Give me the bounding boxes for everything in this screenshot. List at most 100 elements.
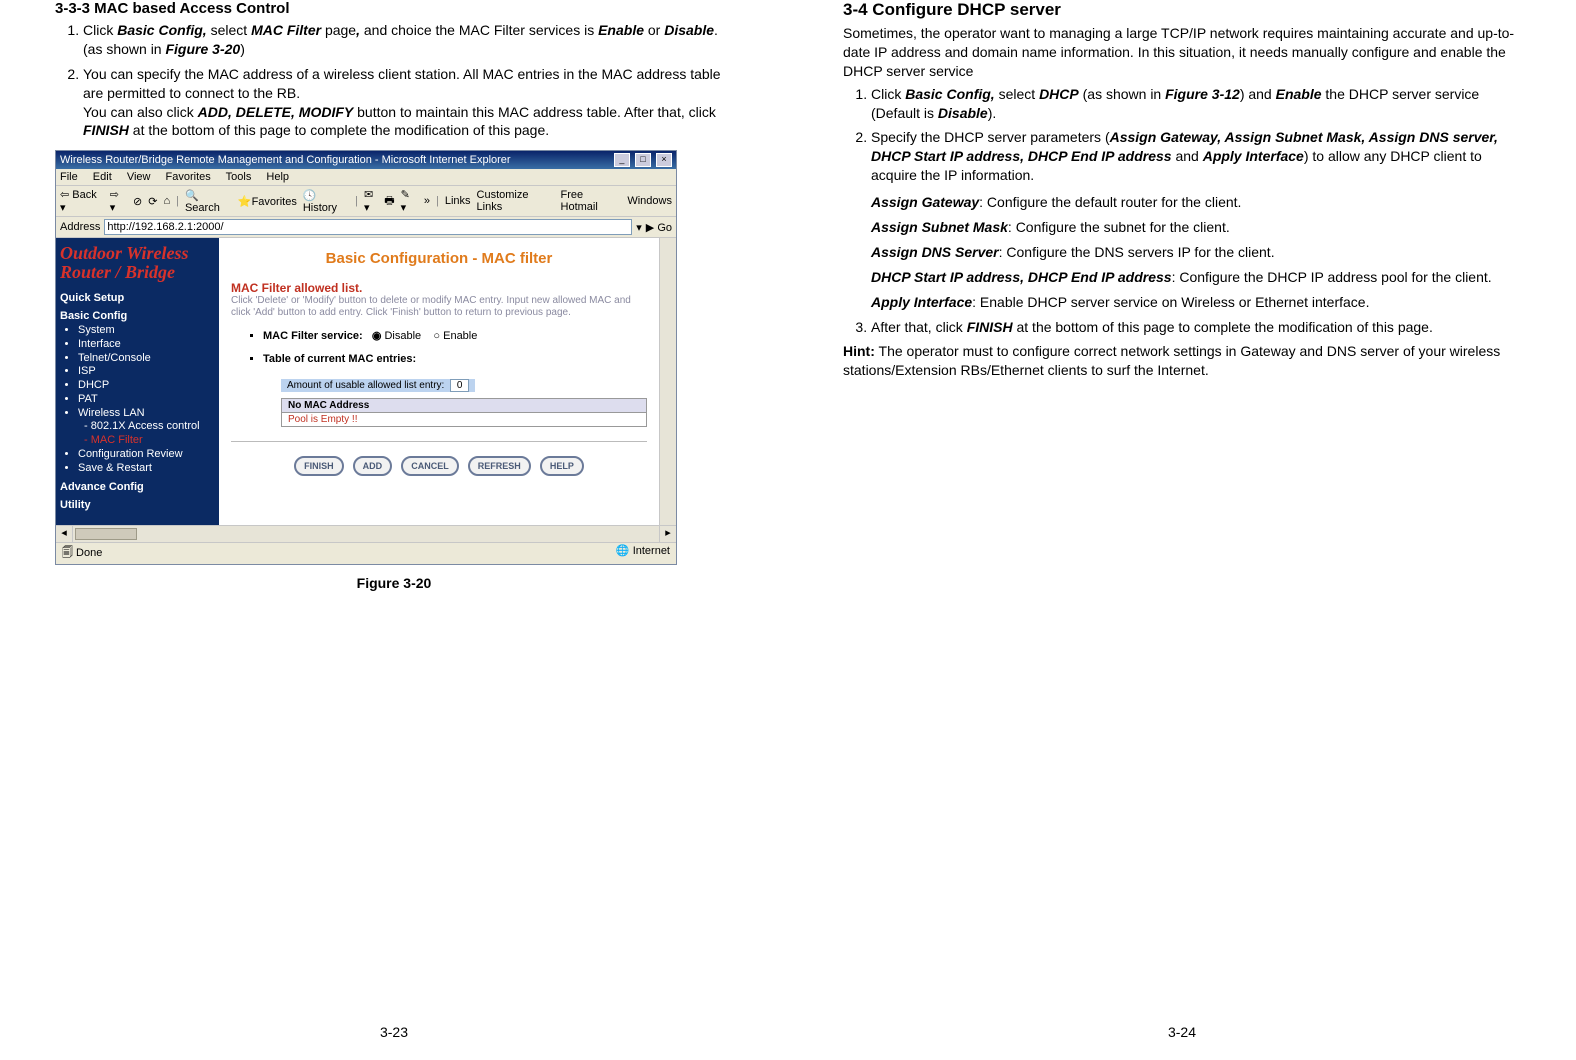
section-3-4-intro: Sometimes, the operator want to managing… (843, 24, 1521, 81)
entry-count-value: 0 (450, 379, 470, 392)
go-button[interactable]: ▶ Go (646, 221, 672, 234)
ie-content-wrap: Outdoor Wireless Router / Bridge Quick S… (56, 238, 676, 525)
radio-disable[interactable]: ◉ (372, 330, 385, 342)
nav-system[interactable]: System (78, 324, 215, 338)
ie-menu-bar: File Edit View Favorites Tools Help (56, 169, 676, 186)
link-hotmail[interactable]: Free Hotmail (561, 189, 622, 213)
text: page (321, 22, 356, 38)
scroll-right-icon[interactable]: ▸ (659, 526, 676, 542)
minimize-icon[interactable]: _ (614, 153, 630, 167)
page-number-left: 3-23 (0, 1024, 788, 1040)
menu-file[interactable]: File (60, 171, 78, 183)
close-icon[interactable]: × (656, 153, 672, 167)
nav-8021x[interactable]: - 802.1X Access control (84, 420, 215, 434)
address-dropdown-icon[interactable]: ▾ (636, 221, 642, 234)
link-customize[interactable]: Customize Links (477, 189, 555, 213)
text: ) and (1240, 86, 1276, 102)
mail-icon[interactable]: ✉▾ (364, 188, 378, 214)
print-icon[interactable]: 🖶 (384, 192, 394, 211)
allowed-list-desc: Click 'Delete' or 'Modify' button to del… (231, 295, 647, 319)
mac-table: No MAC Address Pool is Empty !! (281, 398, 647, 427)
bold: Basic Config, (905, 86, 994, 102)
separator: | (176, 195, 179, 207)
search-button[interactable]: 🔍Search (185, 189, 232, 214)
nav-quick-setup[interactable]: Quick Setup (60, 292, 215, 304)
ie-status-bar: 🗐 Done 🌐 Internet (56, 542, 676, 564)
overflow-icon[interactable]: » (424, 195, 430, 207)
nav-pat[interactable]: PAT (78, 393, 215, 407)
term: DHCP Start IP address, DHCP End IP addre… (871, 269, 1172, 285)
nav-basic-config[interactable]: Basic Config (60, 310, 215, 322)
term: Assign Subnet Mask (871, 219, 1008, 235)
nav-macfilter[interactable]: - MAC Filter (84, 434, 215, 448)
forward-button[interactable]: ⇨ ▾ (110, 188, 127, 214)
entry-count-row: Amount of usable allowed list entry: 0 (281, 379, 475, 392)
back-button[interactable]: ⇦ Back ▾ (60, 188, 104, 214)
link-windows[interactable]: Windows (627, 195, 672, 207)
favorites-button[interactable]: ⭐Favorites (238, 195, 297, 208)
def-assign-subnet: Assign Subnet Mask: Configure the subnet… (871, 218, 1521, 237)
allowed-list-header: MAC Filter allowed list. (231, 281, 647, 295)
nav-save-restart[interactable]: Save & Restart (78, 462, 215, 476)
scroll-left-icon[interactable]: ◂ (56, 526, 73, 542)
menu-help[interactable]: Help (266, 171, 289, 183)
cancel-button[interactable]: CANCEL (401, 456, 459, 476)
refresh-button[interactable]: REFRESH (468, 456, 531, 476)
divider (231, 441, 647, 442)
text: select (207, 22, 251, 38)
refresh-icon[interactable]: ⟳ (148, 195, 157, 208)
ie-toolbar: ⇦ Back ▾ ⇨ ▾ ⊘ ⟳ ⌂ | 🔍Search ⭐Favorites … (56, 186, 676, 217)
mac-filter-service-row: MAC Filter service: ◉ Disable ○ Enable (263, 329, 647, 344)
nav-utility[interactable]: Utility (60, 499, 215, 511)
menu-favorites[interactable]: Favorites (166, 171, 211, 183)
nav-telnet[interactable]: Telnet/Console (78, 352, 215, 366)
right-step-3: After that, click FINISH at the bottom o… (871, 318, 1521, 337)
current-entries-label: Table of current MAC entries: (263, 352, 647, 367)
menu-edit[interactable]: Edit (93, 171, 112, 183)
nav-dhcp[interactable]: DHCP (78, 379, 215, 393)
mac-table-empty: Pool is Empty !! (282, 413, 646, 426)
def: : Configure the DHCP IP address pool for… (1172, 269, 1492, 285)
left-step-1: Click Basic Config, select MAC Filter pa… (83, 21, 733, 59)
bold: Figure 3-20 (165, 41, 240, 57)
maximize-icon[interactable]: □ (635, 153, 651, 167)
edit-icon[interactable]: ✎ ▾ (401, 188, 418, 214)
text: button to maintain this MAC address tabl… (353, 104, 716, 120)
main-panel: Basic Configuration - MAC filter MAC Fil… (219, 238, 659, 525)
vertical-scrollbar[interactable] (659, 238, 676, 525)
text: ). (988, 105, 997, 121)
figure-caption: Figure 3-20 (55, 575, 733, 591)
bold: Enable (598, 22, 644, 38)
add-button[interactable]: ADD (353, 456, 393, 476)
text: at the bottom of this page to complete t… (1013, 319, 1433, 335)
stop-icon[interactable]: ⊘ (133, 195, 142, 208)
text: and choice the MAC Filter services is (360, 22, 598, 38)
text: You can specify the MAC address of a wir… (83, 66, 721, 101)
radio-enable[interactable]: ○ (433, 330, 443, 342)
nav-wlan[interactable]: Wireless LAN (78, 407, 215, 421)
page-right: 3-4 Configure DHCP server Sometimes, the… (788, 0, 1576, 1060)
history-button[interactable]: 🕓History (303, 189, 349, 214)
bold: Basic Config, (117, 22, 206, 38)
nav-isp[interactable]: ISP (78, 365, 215, 379)
entry-count-label: Amount of usable allowed list entry: (287, 380, 444, 391)
page-number-right: 3-24 (788, 1024, 1576, 1040)
ie-content: Outdoor Wireless Router / Bridge Quick S… (56, 238, 659, 525)
finish-button[interactable]: FINISH (294, 456, 344, 476)
bold: ADD, DELETE, MODIFY (198, 104, 354, 120)
nav-interface[interactable]: Interface (78, 338, 215, 352)
nav-advance-config[interactable]: Advance Config (60, 481, 215, 493)
help-button[interactable]: HELP (540, 456, 584, 476)
nav-config-review[interactable]: Configuration Review (78, 448, 215, 462)
radio-disable-label: Disable (384, 330, 421, 342)
scroll-thumb[interactable] (75, 528, 137, 540)
menu-view[interactable]: View (127, 171, 151, 183)
window-controls: _ □ × (612, 153, 672, 167)
nav-basic-items: System Interface Telnet/Console ISP DHCP… (78, 324, 215, 475)
text: select (995, 86, 1039, 102)
horizontal-scrollbar[interactable]: ◂ ▸ (56, 525, 676, 542)
home-icon[interactable]: ⌂ (163, 195, 170, 207)
menu-tools[interactable]: Tools (226, 171, 252, 183)
address-input[interactable] (104, 219, 632, 235)
status-done-label: Done (76, 547, 102, 559)
